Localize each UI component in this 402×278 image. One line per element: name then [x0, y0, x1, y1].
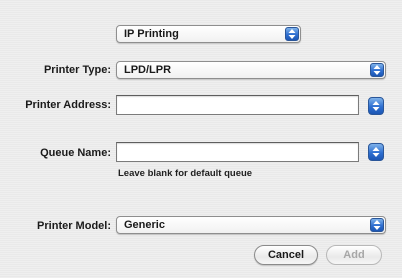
printer-type-popup[interactable]: LPD/LPR	[116, 61, 386, 79]
print-dialog-pane: IP Printing Printer Type: LPD/LPR Printe…	[0, 0, 402, 278]
printer-model-popup[interactable]: Generic	[116, 216, 386, 234]
popup-arrows-icon	[285, 27, 299, 41]
queue-name-field[interactable]	[116, 142, 359, 162]
cancel-button[interactable]: Cancel	[254, 245, 318, 265]
popup-arrows-icon	[370, 63, 384, 77]
printer-address-field[interactable]	[116, 95, 359, 115]
connection-type-value: IP Printing	[124, 28, 179, 40]
popup-arrows-icon	[370, 218, 384, 232]
queue-name-hint: Leave blank for default queue	[118, 168, 253, 179]
queue-name-label: Queue Name:	[40, 147, 111, 159]
printer-type-label: Printer Type:	[43, 64, 111, 76]
printer-address-label: Printer Address:	[25, 99, 111, 111]
add-button[interactable]: Add	[326, 245, 382, 265]
connection-type-popup[interactable]: IP Printing	[116, 25, 301, 43]
printer-model-value: Generic	[124, 219, 165, 231]
history-popup-icon[interactable]	[368, 97, 384, 115]
printer-type-value: LPD/LPR	[124, 64, 172, 76]
history-popup-icon[interactable]	[368, 143, 384, 161]
printer-model-label: Printer Model:	[37, 220, 111, 232]
